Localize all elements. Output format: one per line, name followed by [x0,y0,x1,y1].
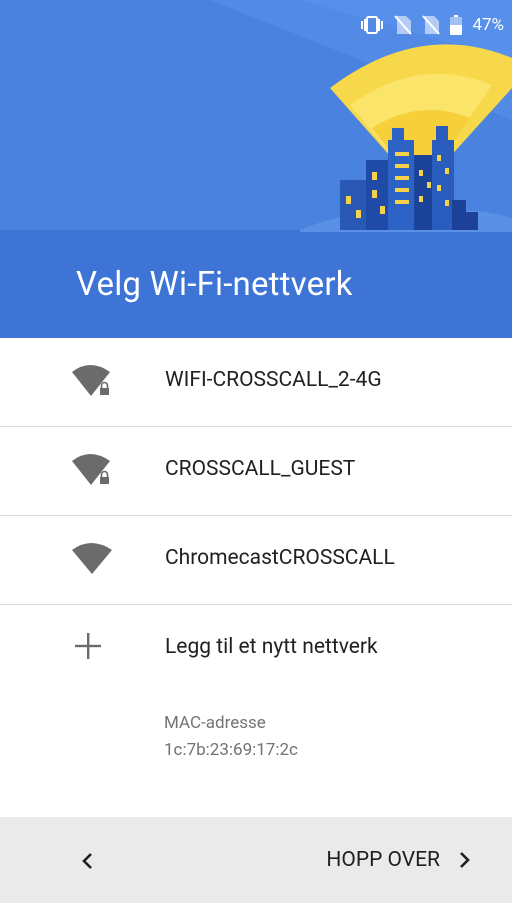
back-button[interactable] [70,843,106,879]
add-network-label: Legg til et nytt nettverk [165,635,378,659]
mac-address: MAC-adresse 1c:7b:23:69:17:2c [164,710,298,764]
add-network-button[interactable]: Legg til et nytt nettverk [0,605,512,693]
status-bar: 47% [360,12,504,38]
battery-percent: 47% [472,15,504,35]
skip-button[interactable]: HOPP OVER [326,837,472,883]
chevron-right-icon [460,852,470,868]
bottom-navigation-bar: HOPP OVER [0,817,512,903]
network-item[interactable]: ChromecastCROSSCALL [0,516,512,605]
vibrate-icon [360,16,384,34]
network-item[interactable]: WIFI-CROSSCALL_2-4G [0,338,512,427]
plus-icon [73,631,119,671]
wifi-lock-icon [70,362,116,402]
network-name: ChromecastCROSSCALL [165,546,395,570]
wifi-icon [70,540,116,580]
no-sim-icon [394,15,413,35]
mac-label: MAC-adresse [164,713,266,733]
page-title: Velg Wi-Fi-nettverk [76,265,353,304]
skip-label: HOPP OVER [326,848,440,872]
header: 47% Velg Wi-Fi-nettverk [0,0,512,338]
wifi-lock-icon [70,451,116,491]
battery-icon [450,15,463,35]
network-name: CROSSCALL_GUEST [165,457,356,481]
network-item[interactable]: CROSSCALL_GUEST [0,427,512,516]
network-list: WIFI-CROSSCALL_2-4G CROSSCALL_GUEST Chro… [0,338,512,693]
chevron-left-icon [82,853,92,869]
mac-value: 1c:7b:23:69:17:2c [164,740,298,760]
network-name: WIFI-CROSSCALL_2-4G [165,368,382,392]
no-sim-icon [422,15,441,35]
